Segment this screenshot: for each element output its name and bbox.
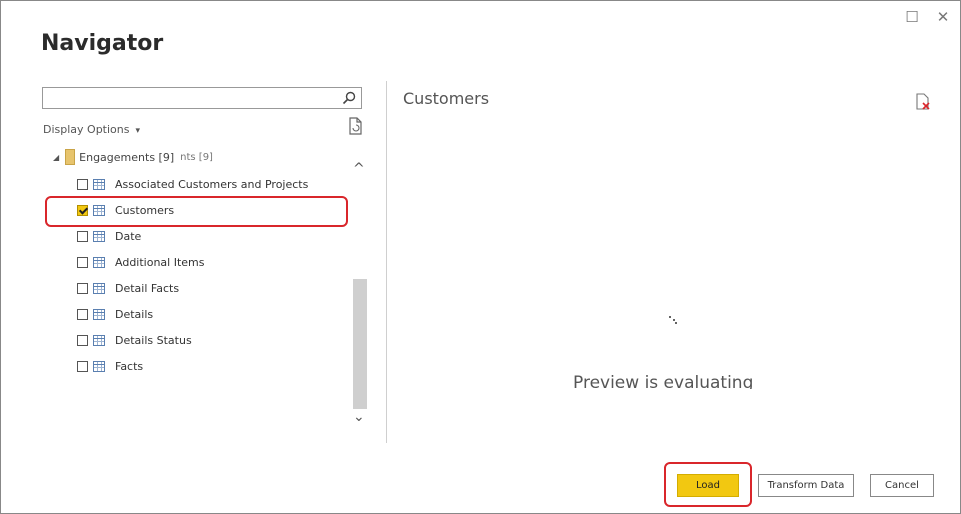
checkbox[interactable] [77,334,88,346]
preview-options-icon[interactable] [915,93,931,111]
scroll-thumb[interactable] [353,279,367,409]
pane-divider[interactable] [386,81,387,443]
list-item-label: Details [115,307,154,321]
maximize-button[interactable]: ☐ [902,7,922,27]
list-item[interactable]: Additional Items [77,249,308,275]
scroll-down-icon[interactable]: ⌄ [353,409,365,425]
dialog-title: Navigator [41,31,164,56]
navigator-dialog: ☐ ✕ Navigator Display Options ▾ ◢ Engagem… [0,0,961,514]
display-options-dropdown[interactable]: Display Options ▾ [43,123,140,136]
checkbox[interactable] [77,360,88,372]
cancel-button[interactable]: Cancel [870,474,934,497]
scroll-up-icon[interactable]: ^ [353,161,365,177]
preview-status-message: Preview is evaluating [573,373,754,389]
checkbox[interactable] [77,230,88,242]
list-item[interactable]: Details Status [77,327,308,353]
tree-scrollbar[interactable]: ^ ⌄ [347,141,371,431]
table-icon [93,230,105,242]
table-icon [93,282,105,294]
folder-label: Engagements [9] [79,150,175,164]
highlight-box-customers [45,196,348,227]
load-button[interactable]: Load [677,474,739,497]
list-item[interactable]: Associated Customers and Projects [77,171,308,197]
list-item[interactable]: Detail Facts [77,275,308,301]
tree-folder-engagements[interactable]: ◢ Engagements [9] nts [9] [53,149,213,165]
list-item-label: Detail Facts [115,281,180,295]
folder-icon [65,149,76,165]
checkbox[interactable] [77,282,88,294]
list-item-label: Facts [115,359,144,373]
close-button[interactable]: ✕ [933,7,953,27]
list-item-label: Associated Customers and Projects [115,177,309,191]
checkbox[interactable] [77,308,88,320]
expand-icon[interactable]: ◢ [53,153,59,162]
search-icon[interactable] [341,90,357,106]
list-item[interactable]: Facts [77,353,308,379]
list-item-label: Details Status [115,333,192,347]
display-options-label: Display Options [43,123,130,136]
transform-data-button[interactable]: Transform Data [758,474,854,497]
table-icon [93,256,105,268]
refresh-icon[interactable] [347,117,363,135]
checkbox[interactable] [77,178,88,190]
table-icon [93,178,105,190]
preview-title: Customers [403,89,490,108]
table-icon [93,360,105,372]
list-item[interactable]: Details [77,301,308,327]
list-item-label: Date [115,229,142,243]
table-icon [93,308,105,320]
folder-label-overlap: nts [9] [180,151,213,163]
checkbox[interactable] [77,256,88,268]
table-icon [93,334,105,346]
list-item-label: Additional Items [115,255,205,269]
chevron-down-icon: ▾ [135,126,141,136]
loading-spinner-icon [669,316,677,324]
search-input[interactable] [42,87,362,109]
